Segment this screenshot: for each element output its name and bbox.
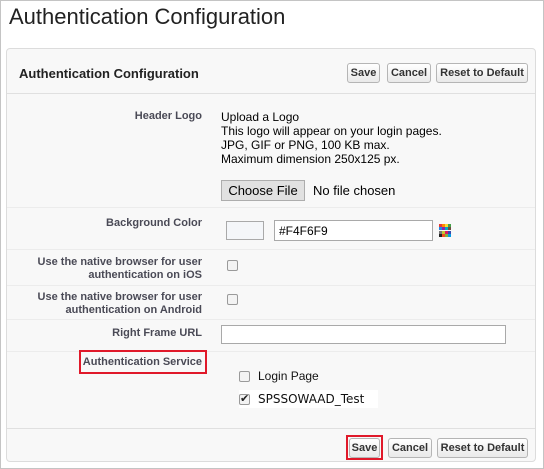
- right-frame-url-input[interactable]: [221, 325, 506, 344]
- auth-service-label: Authentication Service: [82, 356, 202, 368]
- login-page-option-label: Login Page: [258, 369, 319, 383]
- native-ios-label-line2: authentication on iOS: [88, 269, 202, 281]
- auth-config-panel: Authentication Configuration Save Cancel…: [6, 48, 536, 462]
- logo-format-hint: JPG, GIF or PNG, 100 KB max.: [221, 138, 390, 152]
- logo-description: This logo will appear on your login page…: [221, 124, 442, 138]
- row-divider: [7, 207, 535, 208]
- native-ios-label: Use the native browser for user authenti…: [7, 256, 202, 282]
- row-divider: [7, 249, 535, 250]
- logo-dimension-hint: Maximum dimension 250x125 px.: [221, 152, 400, 166]
- color-picker-icon[interactable]: [439, 224, 452, 237]
- spssowaad-test-option-label: SPSSOWAAD_Test: [258, 392, 365, 406]
- spssowaad-test-checkbox[interactable]: ✔: [239, 392, 250, 405]
- right-frame-url-label: Right Frame URL: [112, 327, 202, 339]
- panel-header: Authentication Configuration Save Cancel…: [7, 49, 535, 94]
- file-status-text: No file chosen: [313, 183, 396, 198]
- checkmark-icon: ✔: [240, 392, 250, 405]
- cancel-button-bottom[interactable]: Cancel: [388, 438, 432, 458]
- color-swatch: [226, 221, 264, 240]
- native-ios-label-line1: Use the native browser for user: [37, 256, 202, 268]
- choose-file-button[interactable]: Choose File: [221, 180, 305, 201]
- panel-footer: Save Cancel Reset to Default: [7, 428, 535, 461]
- save-button-bottom[interactable]: Save: [349, 438, 380, 458]
- native-ios-checkbox[interactable]: [227, 260, 238, 271]
- upload-logo-heading: Upload a Logo: [221, 110, 300, 124]
- native-android-label-line2: authentication on Android: [65, 304, 202, 316]
- page-title: Authentication Configuration: [9, 4, 286, 29]
- cancel-button-top[interactable]: Cancel: [387, 63, 431, 83]
- save-button-top[interactable]: Save: [347, 63, 380, 83]
- login-page-checkbox[interactable]: [239, 370, 250, 382]
- spssowaad-test-option[interactable]: ✔ SPSSOWAAD_Test: [239, 390, 379, 408]
- native-android-label: Use the native browser for user authenti…: [7, 291, 202, 317]
- native-android-checkbox[interactable]: [227, 294, 238, 305]
- row-divider: [7, 285, 535, 286]
- native-android-label-line1: Use the native browser for user: [37, 291, 202, 303]
- reset-default-button-bottom[interactable]: Reset to Default: [437, 438, 528, 458]
- login-page-option[interactable]: Login Page: [239, 367, 319, 385]
- header-logo-label: Header Logo: [134, 110, 202, 122]
- background-color-input[interactable]: [274, 220, 433, 241]
- background-color-label: Background Color: [106, 217, 202, 229]
- reset-default-button-top[interactable]: Reset to Default: [436, 63, 528, 83]
- panel-title: Authentication Configuration: [19, 66, 199, 81]
- row-divider: [7, 319, 535, 320]
